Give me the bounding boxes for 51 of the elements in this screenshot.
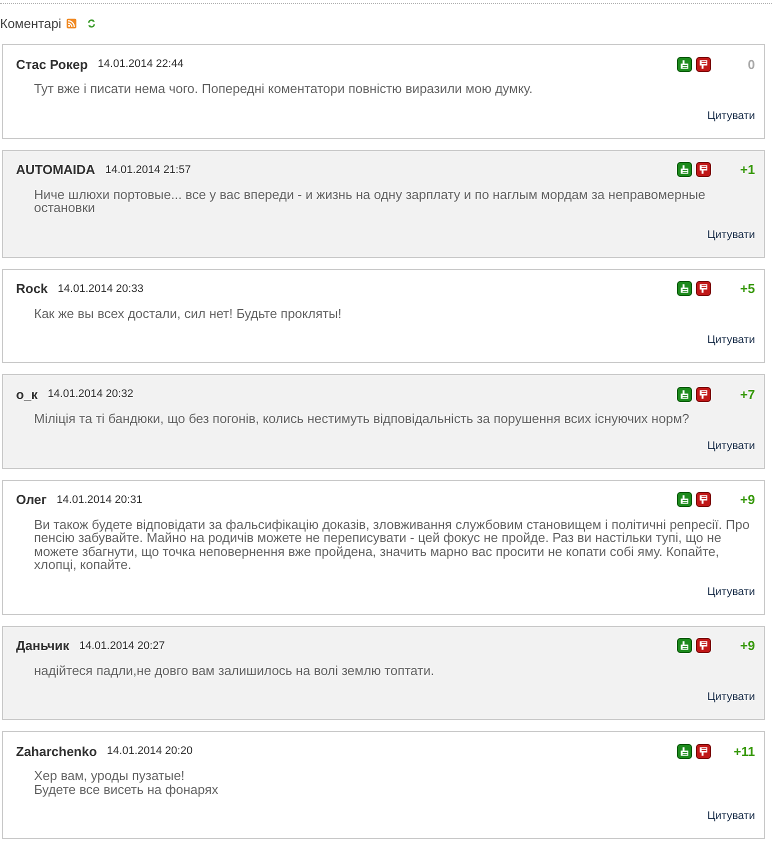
quote-link[interactable]: Цитувати — [707, 333, 755, 347]
thumbs-up-icon[interactable] — [677, 56, 692, 72]
thumbs-down-icon[interactable] — [696, 281, 711, 296]
thumbs-up-icon[interactable] — [677, 386, 692, 402]
quote-link[interactable]: Цитувати — [707, 690, 755, 704]
thumbs-down-icon[interactable] — [696, 744, 711, 758]
vote-score: 0 — [746, 56, 755, 72]
vote-score: +5 — [739, 281, 755, 296]
comment-date: 14.01.2014 20:32 — [48, 388, 134, 400]
thumbs-down-icon[interactable] — [696, 56, 711, 72]
comment-text: Ви також будете відповідати за фальсифікацію доказів, зловживання службовим становищем і політичні репресії. Про пенсію забувайте. Майно на родичів можете не переписувати - цей фокус не пройде. Раз ви настільки тупі, що не можете збагнути, що точка неповернення вже пройдена, значить марно вас просити не копати собі яму. Копайте, хлопці, копайте. — [33, 518, 751, 572]
comment-author: o_к — [16, 386, 38, 402]
thumbs-up-icon[interactable] — [677, 492, 692, 507]
comment-text: Міліція та ті бандюки, що без погонів, колись нестимуть відповідальність за порушення всих існуючих норм? — [33, 412, 690, 426]
thumbs-down-icon[interactable] — [696, 386, 711, 402]
thumbs-down-icon[interactable] — [696, 638, 711, 653]
thumbs-up-icon[interactable] — [677, 281, 692, 296]
comment-text: Тут вже і писати нема чого. Попередні коментатори повністю виразили мою думку. — [33, 82, 534, 96]
comment-text: Как же вы всех достали, сил нет! Будьте прокляты! — [33, 306, 343, 320]
comment-date: 14.01.2014 20:31 — [56, 494, 142, 506]
quote-link[interactable]: Цитувати — [707, 108, 755, 122]
thumbs-up-icon[interactable] — [677, 162, 692, 177]
comment-text: Хер вам, уроды пузатые! Будете все висеть на фонарях — [33, 769, 220, 796]
quote-link[interactable]: Цитувати — [707, 438, 755, 452]
comment-date: 14.01.2014 20:20 — [106, 745, 193, 757]
quote-link[interactable]: Цитувати — [707, 809, 755, 823]
thumbs-down-icon[interactable] — [696, 162, 711, 177]
comment-author: AUTOMAIDA — [16, 162, 96, 177]
comment-text: надійтеся падли,не довго вам залишилось на волі землю топтати. — [33, 664, 436, 677]
comment-date: 14.01.2014 22:44 — [98, 58, 184, 70]
vote-score: +9 — [739, 638, 755, 653]
vote-score: +11 — [732, 744, 755, 758]
refresh-icon[interactable] — [86, 18, 98, 28]
comment-author: Zaharchenko — [16, 744, 97, 758]
comment-date: 14.01.2014 20:27 — [79, 640, 165, 652]
vote-score: +9 — [739, 492, 755, 507]
comment-author: Стас Рокер — [16, 56, 88, 72]
comment-author: Rock — [16, 281, 48, 296]
comment-text: Ниче шлюхи портовые... все у вас впереди - и жизнь на одну зарплату и по наглым мордам за неправомерные остановки — [33, 188, 706, 214]
quote-link[interactable]: Цитувати — [707, 228, 755, 242]
comment-author: Олег — [16, 492, 47, 507]
vote-score: +1 — [739, 162, 755, 177]
comment-date: 14.01.2014 20:33 — [58, 282, 144, 294]
thumbs-up-icon[interactable] — [677, 638, 692, 653]
comment-date: 14.01.2014 21:57 — [105, 164, 191, 176]
section-title: Коментарі — [0, 16, 62, 30]
vote-score: +7 — [739, 386, 755, 402]
thumbs-up-icon[interactable] — [677, 744, 692, 758]
thumbs-down-icon[interactable] — [696, 492, 711, 507]
quote-link[interactable]: Цитувати — [707, 584, 755, 598]
comment-author: Даньчик — [16, 638, 70, 653]
